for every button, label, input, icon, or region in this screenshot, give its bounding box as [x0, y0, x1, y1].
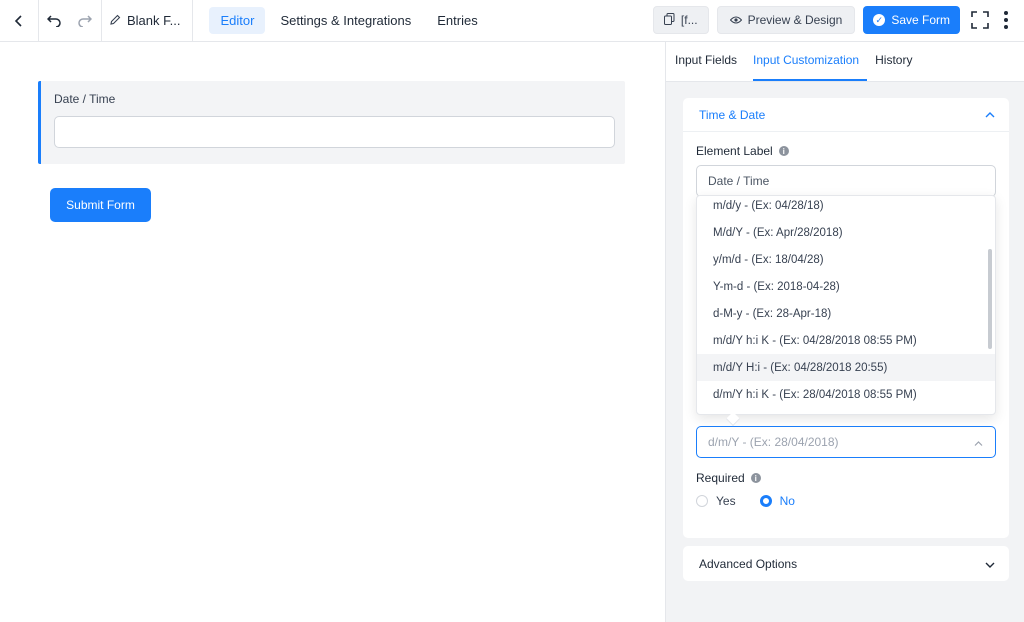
required-title: Required i	[696, 471, 761, 485]
element-label-text: Element Label	[696, 144, 773, 158]
top-toolbar: Blank F... Editor Settings & Integration…	[0, 0, 1024, 42]
preview-design-button[interactable]: Preview & Design	[716, 6, 856, 34]
date-format-select[interactable]: d/m/Y - (Ex: 28/04/2018)	[696, 426, 996, 458]
dropdown-scrollbar[interactable]	[988, 249, 992, 349]
shortcode-label: [f...	[680, 13, 698, 27]
main-nav: Editor Settings & Integrations Entries	[209, 7, 488, 34]
undo-icon[interactable]	[39, 0, 69, 42]
chevron-up-icon	[985, 110, 995, 120]
copy-icon	[663, 12, 675, 28]
settings-panel: Input Fields Input Customization History…	[665, 42, 1024, 622]
toolbar-actions: [f... Preview & Design ✓ Save Form	[652, 6, 1012, 34]
fullscreen-icon[interactable]	[968, 6, 992, 34]
dropdown-option[interactable]: d-M-y - (Ex: 28-Apr-18)	[697, 300, 995, 327]
chevron-up-icon	[974, 435, 983, 449]
date-format-value: d/m/Y - (Ex: 28/04/2018)	[708, 435, 839, 449]
panel-tabs: Input Fields Input Customization History	[666, 42, 1024, 82]
advanced-options-title: Advanced Options	[699, 556, 798, 571]
time-date-card: Time & Date Element Label i Date / Time …	[683, 98, 1009, 538]
time-date-header[interactable]: Time & Date	[683, 98, 1009, 132]
check-circle-icon: ✓	[873, 14, 886, 26]
tab-input-customization[interactable]: Input Customization	[753, 53, 868, 81]
tab-input-fields[interactable]: Input Fields	[675, 53, 745, 81]
datetime-field-block[interactable]: Date / Time	[38, 81, 625, 164]
form-title[interactable]: Blank F...	[102, 0, 192, 42]
shortcode-button[interactable]: [f...	[652, 6, 709, 34]
divider	[192, 0, 194, 42]
more-options-icon[interactable]	[1000, 6, 1012, 34]
form-title-text: Blank F...	[127, 13, 181, 28]
tab-editor[interactable]: Editor	[209, 7, 266, 34]
tab-settings-integrations[interactable]: Settings & Integrations	[269, 7, 422, 34]
eye-icon	[729, 13, 742, 27]
element-label-title: Element Label i	[696, 144, 789, 158]
preview-design-label: Preview & Design	[747, 13, 843, 27]
dropdown-option[interactable]: M/d/Y - (Ex: Apr/28/2018)	[697, 219, 995, 246]
datetime-field-input[interactable]	[54, 116, 615, 148]
back-icon[interactable]	[0, 0, 38, 42]
element-label-input[interactable]: Date / Time	[696, 165, 996, 197]
form-canvas: Date / Time Submit Form	[0, 42, 665, 622]
save-form-label: Save Form	[891, 13, 950, 27]
section-title: Time & Date	[699, 107, 766, 122]
dropdown-option[interactable]: y/m/d - (Ex: 18/04/28)	[697, 246, 995, 273]
required-radio-group: Yes No	[696, 494, 795, 508]
info-icon: i	[778, 146, 789, 156]
radio-no-label[interactable]: No	[780, 494, 795, 508]
pencil-icon	[110, 14, 121, 28]
dropdown-option[interactable]: m/d/Y h:i K - (Ex: 04/28/2018 08:55 PM)	[697, 327, 995, 354]
date-format-dropdown: m/d/y - (Ex: 04/28/18) M/d/Y - (Ex: Apr/…	[696, 195, 996, 415]
radio-no[interactable]	[759, 495, 772, 507]
redo-icon[interactable]	[69, 0, 101, 42]
save-form-button[interactable]: ✓ Save Form	[863, 6, 960, 34]
datetime-field-label: Date / Time	[54, 92, 116, 106]
chevron-down-icon	[985, 557, 995, 571]
dropdown-option[interactable]: m/d/Y H:i - (Ex: 04/28/2018 20:55)	[697, 354, 995, 381]
submit-form-button[interactable]: Submit Form	[50, 188, 151, 222]
info-icon: i	[750, 473, 761, 483]
radio-yes-label[interactable]: Yes	[716, 494, 736, 508]
advanced-options-header[interactable]: Advanced Options	[683, 546, 1009, 581]
tab-entries[interactable]: Entries	[426, 7, 488, 34]
dropdown-option[interactable]: d/m/Y h:i K - (Ex: 28/04/2018 08:55 PM)	[697, 381, 995, 408]
tab-history[interactable]: History	[875, 53, 920, 81]
required-text: Required	[696, 471, 745, 485]
radio-yes[interactable]	[696, 495, 708, 507]
dropdown-option[interactable]: m/d/y - (Ex: 04/28/18)	[697, 196, 995, 219]
dropdown-option[interactable]: Y-m-d - (Ex: 2018-04-28)	[697, 273, 995, 300]
